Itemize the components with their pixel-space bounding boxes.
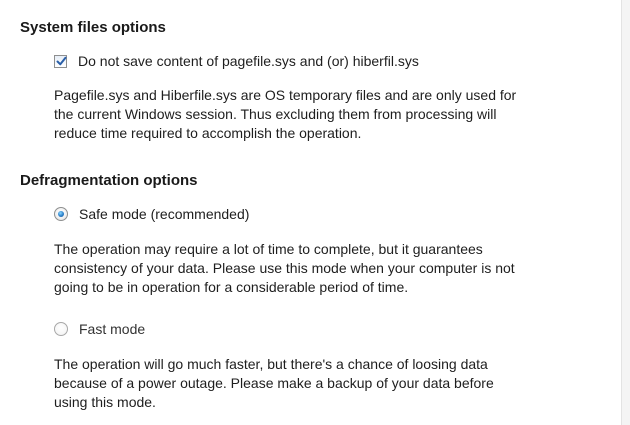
defragmentation-options-heading: Defragmentation options (20, 172, 198, 189)
safe-mode-radio[interactable] (54, 207, 68, 221)
fast-mode-radio[interactable] (54, 322, 68, 336)
system-files-options-heading: System files options (20, 19, 166, 36)
description-line: consistency of your data. Please use thi… (54, 260, 515, 276)
description-line: Pagefile.sys and Hiberfile.sys are OS te… (54, 87, 517, 103)
description-line: the current Windows session. Thus exclud… (54, 106, 497, 122)
fast-mode-label[interactable]: Fast mode (79, 321, 145, 337)
description-line: The operation may require a lot of time … (54, 241, 483, 257)
safe-mode-label[interactable]: Safe mode (recommended) (79, 206, 249, 222)
exclude-pagefile-label[interactable]: Do not save content of pagefile.sys and … (78, 53, 419, 69)
description-line: because of a power outage. Please make a… (54, 375, 494, 391)
options-panel: System files options Do not save content… (0, 0, 630, 425)
safe-mode-radio-row[interactable]: Safe mode (recommended) (54, 206, 249, 222)
safe-mode-description: The operation may require a lot of time … (54, 240, 515, 297)
description-line: reduce time required to accomplish the o… (54, 125, 362, 141)
exclude-pagefile-checkbox[interactable] (54, 54, 67, 68)
fast-mode-description: The operation will go much faster, but t… (54, 355, 494, 412)
panel-edge (621, 0, 630, 425)
description-line: using this mode. (54, 394, 156, 410)
description-line: The operation will go much faster, but t… (54, 356, 488, 372)
check-mark-icon (56, 56, 67, 65)
system-files-description: Pagefile.sys and Hiberfile.sys are OS te… (54, 86, 516, 143)
fast-mode-radio-row[interactable]: Fast mode (54, 321, 145, 337)
description-line: going to be in operation for a considera… (54, 279, 409, 295)
exclude-pagefile-checkbox-row[interactable]: Do not save content of pagefile.sys and … (54, 53, 419, 69)
